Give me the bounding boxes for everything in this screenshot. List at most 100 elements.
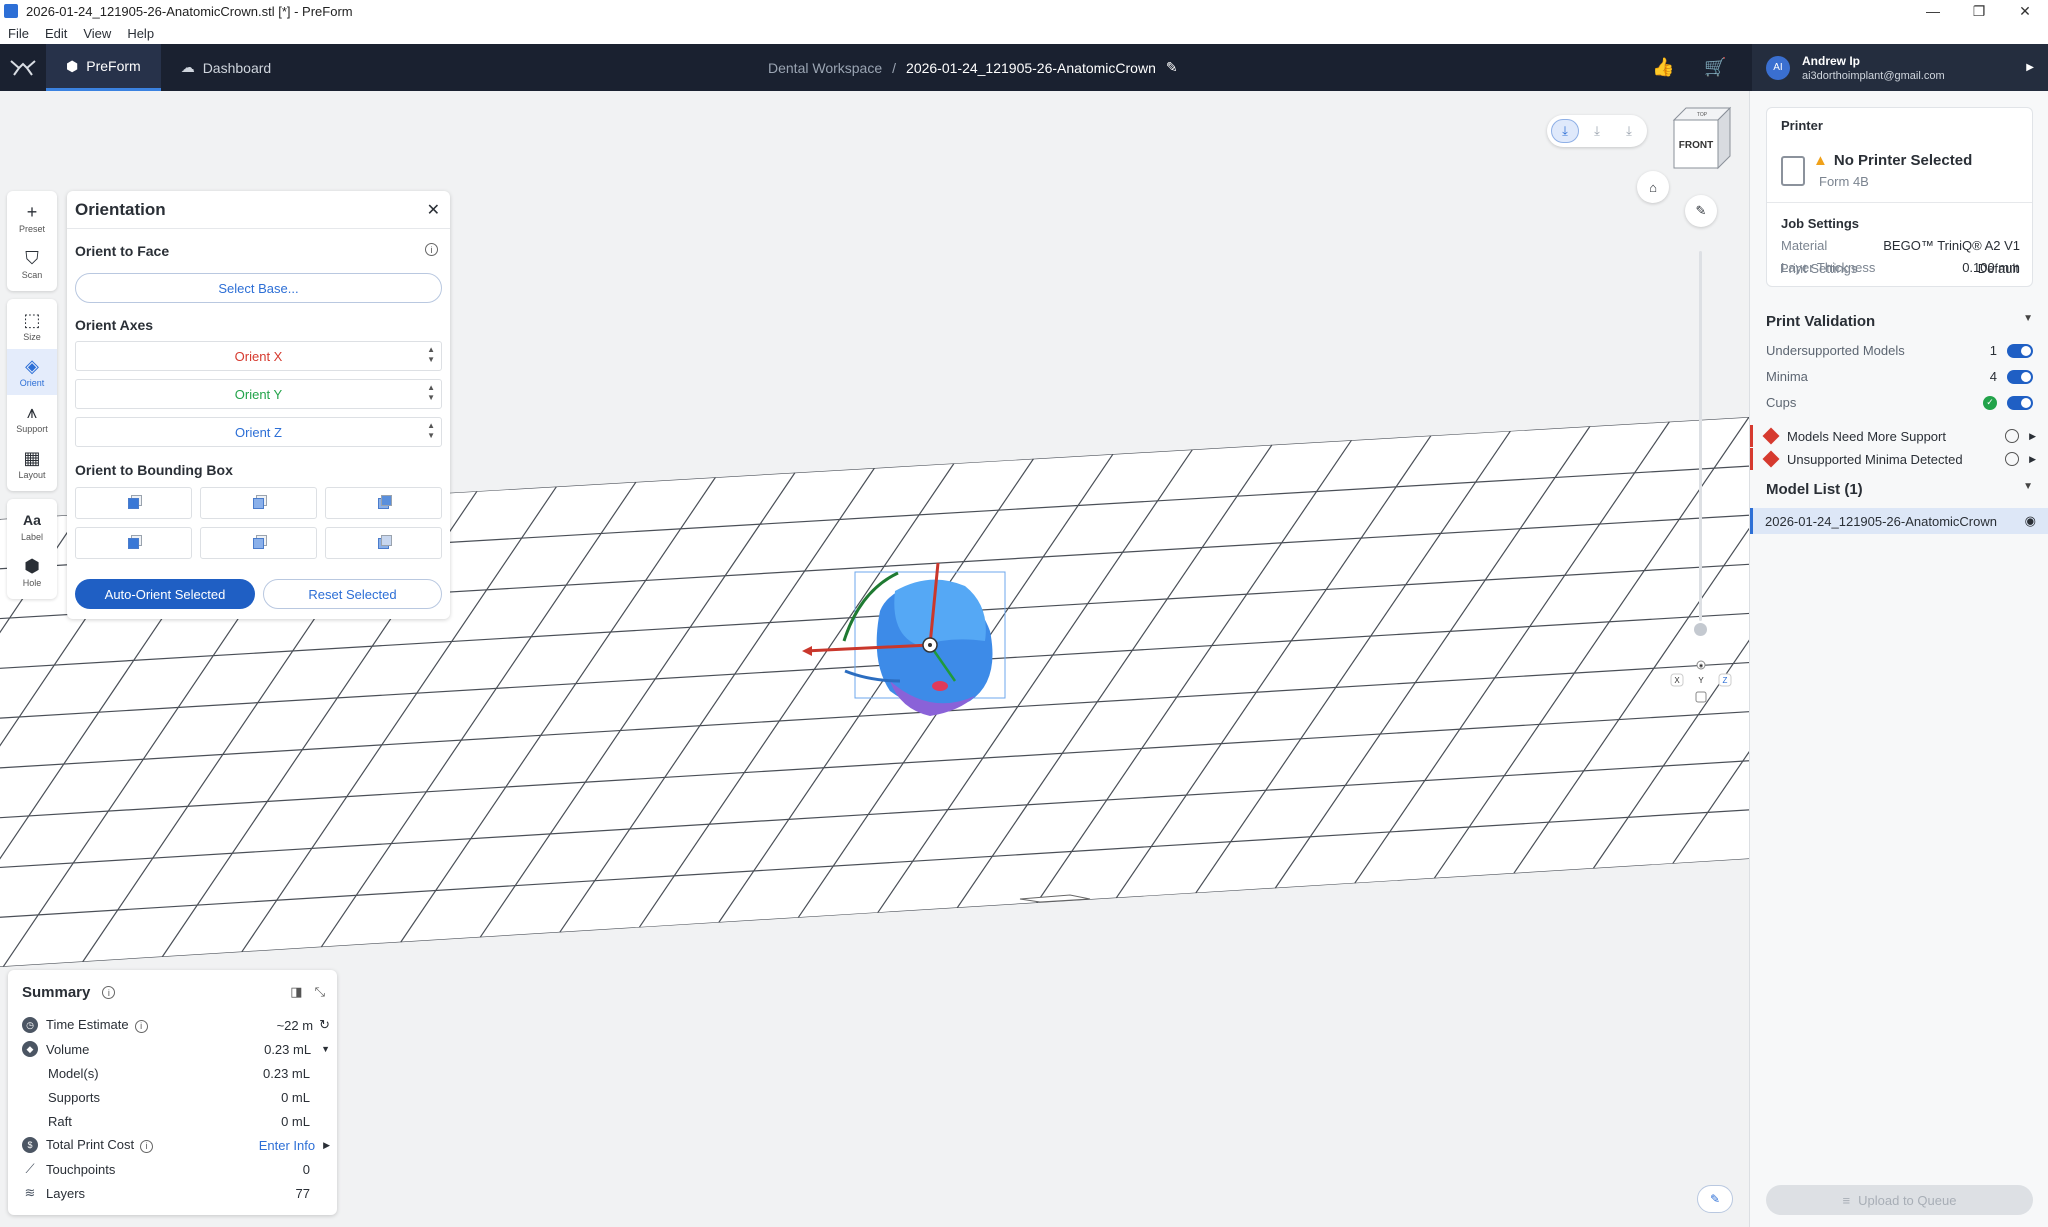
menu-file[interactable]: File [0,26,37,41]
menu-help[interactable]: Help [119,26,162,41]
orient-x-stepper[interactable]: Orient X ▲ ▼ [75,341,442,371]
stepper-arrows-icon[interactable]: ▲ ▼ [427,345,435,365]
orient-z-stepper[interactable]: Orient Z ▲ ▼ [75,417,442,447]
chevron-right-icon[interactable]: ▶ [2029,431,2036,442]
user-menu[interactable]: AI Andrew Ip ai3dorthoimplant@gmail.com … [1752,44,2048,91]
tool-layout[interactable]: ▦ Layout [7,441,57,487]
target-icon[interactable] [2005,452,2020,466]
tool-group-setup: + Preset ⛉ Scan [7,191,57,291]
orient-y-label: Orient Y [234,386,283,402]
svg-text:X: X [1674,676,1680,685]
chevron-right-icon[interactable]: ▶ [323,1140,330,1151]
label-icon: Aa [23,511,41,528]
list-item[interactable]: 2026-01-24_121905-26-AnatomicCrown ◉ [1750,508,2048,534]
view-cube[interactable]: FRONT TOP [1668,104,1734,174]
upload-to-queue-button[interactable]: ≡ Upload to Queue [1766,1185,2033,1215]
home-view-icon[interactable]: ⌂ [1637,171,1669,203]
auto-orient-button[interactable]: Auto-Orient Selected [75,579,255,609]
info-icon[interactable]: i [140,1139,154,1153]
close-window-button[interactable]: ✕ [2002,0,2048,22]
orient-bounding-box-title: Orient to Bounding Box [75,462,233,478]
bbox-face-button[interactable] [325,527,442,559]
validation-count: 4 [1989,369,1997,384]
tool-support[interactable]: ⩚ Support [7,395,57,441]
chevron-down-icon[interactable]: ▼ [321,1044,330,1054]
refresh-icon[interactable]: ↻ [319,1017,330,1033]
cups-toggle[interactable] [2007,395,2033,410]
bounding-box-options [75,487,442,559]
minimize-button[interactable]: — [1910,0,1956,22]
info-icon[interactable]: i [425,243,438,256]
svg-text:Y: Y [1698,676,1704,685]
thumbs-up-icon[interactable]: 👍 [1652,57,1674,78]
model-list-header[interactable]: Model List (1) ▼ [1766,481,2033,498]
close-icon[interactable]: ✕ [427,200,440,220]
error-icon [1762,450,1780,468]
info-icon[interactable]: i [134,1019,148,1033]
breadcrumb-filename: 2026-01-24_121905-26-AnatomicCrown [906,59,1156,76]
summary-row-models: Model(s) 0.23 mL [48,1062,310,1084]
queue-icon: ≡ [1842,1192,1851,1208]
view-mode-3-icon[interactable]: ⤓ [1615,119,1643,143]
cart-icon[interactable]: 🛒 [1704,57,1726,78]
menu-view[interactable]: View [75,26,119,41]
svg-text:Z: Z [1723,676,1728,685]
menu-edit[interactable]: Edit [37,26,75,41]
plus-icon: + [26,201,38,222]
orient-y-stepper[interactable]: Orient Y ▲ ▼ [75,379,442,409]
user-name: Andrew Ip [1802,53,1861,68]
tool-label[interactable]: Aa Label [7,503,57,549]
target-icon[interactable] [2005,429,2020,443]
printer-card[interactable]: Printer ▲ No Printer Selected Form 4B Jo… [1766,107,2033,287]
reset-selected-button[interactable]: Reset Selected [263,579,442,609]
view-mode-2-icon[interactable]: ⤓ [1583,119,1611,143]
issue-models-need-support[interactable]: Models Need More Support ▶ [1750,425,2048,447]
enter-info-link[interactable]: Enter Info [259,1138,315,1153]
feedback-icon[interactable]: ✎ [1697,1185,1733,1213]
error-icon [1762,427,1780,445]
eye-icon[interactable]: ◉ [2025,513,2036,529]
bbox-face-button[interactable] [200,527,317,559]
bbox-face-button[interactable] [75,487,192,519]
dock-panel-icon[interactable]: ◨ [290,984,302,1000]
view-mode-1-icon[interactable]: ⤓ [1551,119,1579,143]
stepper-arrows-icon[interactable]: ▲ ▼ [427,421,435,441]
print-validation-header[interactable]: Print Validation ▼ [1766,313,2033,330]
printer-icon [1781,156,1805,186]
tab-dashboard[interactable]: ☁ Dashboard [161,44,292,91]
breadcrumb-workspace[interactable]: Dental Workspace [768,60,882,76]
info-icon[interactable]: i [102,986,116,999]
select-base-button[interactable]: Select Base... [75,273,442,303]
issue-unsupported-minima[interactable]: Unsupported Minima Detected ▶ [1750,448,2048,470]
dollar-icon: $ [22,1137,38,1153]
minima-toggle[interactable] [2007,369,2033,384]
bbox-face-button[interactable] [325,487,442,519]
tool-orient[interactable]: ◈ Orient [7,349,57,395]
tool-orient-label: Orient [19,377,45,388]
tab-preform[interactable]: ⬢ PreForm [46,44,161,91]
tool-hole[interactable]: ⬢ Hole [7,549,57,595]
job-settings-title: Job Settings [1781,216,1860,231]
measure-icon[interactable]: ✎ [1685,195,1717,227]
pencil-icon[interactable]: ✎ [1166,59,1178,76]
tool-size[interactable]: ⬚ Size [7,303,57,349]
formlabs-logo-icon[interactable] [0,44,46,91]
collapse-icon[interactable]: ⤡ [315,984,325,1000]
layer-slider-handle[interactable] [1694,623,1707,636]
layout-icon: ▦ [23,447,41,468]
stepper-arrows-icon[interactable]: ▲ ▼ [427,383,435,403]
bbox-face-button[interactable] [75,527,192,559]
undersupported-toggle[interactable] [2007,343,2033,358]
setting-key: Print Settings [1780,261,1858,276]
chevron-right-icon[interactable]: ▶ [2029,454,2036,465]
axis-orientation-widget[interactable]: ◉ X Y Z [1669,659,1733,707]
tool-preset[interactable]: + Preset [7,195,57,241]
setting-print-settings: Print Settings Default [1780,261,2019,276]
summary-header: Summary i [22,984,116,1001]
3d-viewport[interactable]: + Preset ⛉ Scan ⬚ Size ◈ Orient ⩚ Support ▦ La… [0,91,1749,1227]
maximize-button[interactable]: ❐ [1956,0,2002,22]
tool-scan[interactable]: ⛉ Scan [7,241,57,287]
bbox-face-button[interactable] [200,487,317,519]
printer-model: Form 4B [1819,174,1869,189]
layer-slider-track[interactable] [1699,251,1702,621]
